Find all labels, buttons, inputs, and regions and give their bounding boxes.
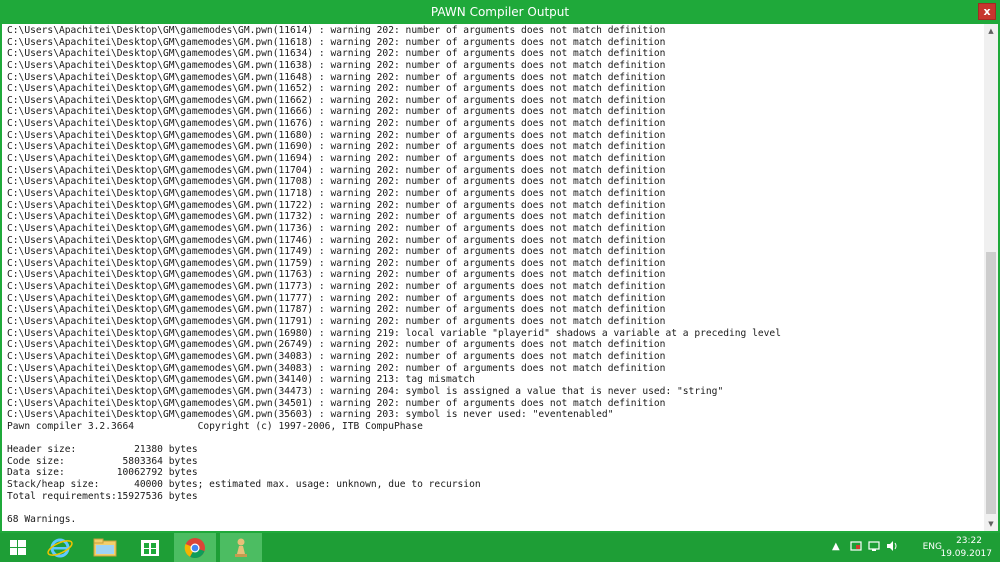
output-line: C:\Users\Apachitei\Desktop\GM\gamemodes\… [7,211,666,223]
output-line: C:\Users\Apachitei\Desktop\GM\gamemodes\… [7,327,781,339]
output-line: C:\Users\Apachitei\Desktop\GM\gamemodes\… [7,94,666,106]
windows-logo-icon [10,540,26,555]
output-line: C:\Users\Apachitei\Desktop\GM\gamemodes\… [7,350,666,362]
compiler-output-window: PAWN Compiler Output x C:\Users\Apachite… [0,0,1000,533]
output-line: C:\Users\Apachitei\Desktop\GM\gamemodes\… [7,48,666,60]
output-line: C:\Users\Apachitei\Desktop\GM\gamemodes\… [7,118,666,130]
output-line: C:\Users\Apachitei\Desktop\GM\gamemodes\… [7,362,666,374]
compiler-output-text[interactable]: C:\Users\Apachitei\Desktop\GM\gamemodes\… [7,25,982,530]
output-line: C:\Users\Apachitei\Desktop\GM\gamemodes\… [7,234,666,246]
input-language[interactable]: ENG [923,542,942,552]
output-line: C:\Users\Apachitei\Desktop\GM\gamemodes\… [7,83,666,95]
output-line: Stack/heap size: 40000 bytes; estimated … [7,478,481,490]
output-line: Header size: 21380 bytes [7,444,198,456]
taskbar-chrome[interactable] [174,533,216,562]
show-hidden-icons-icon[interactable]: ▲ [832,541,840,552]
scroll-thumb[interactable] [986,252,996,514]
scroll-up-icon[interactable]: ▲ [984,24,998,38]
output-line: C:\Users\Apachitei\Desktop\GM\gamemodes\… [7,199,666,211]
output-line: C:\Users\Apachitei\Desktop\GM\gamemodes\… [7,141,666,153]
chrome-icon [184,538,205,559]
output-line: C:\Users\Apachitei\Desktop\GM\gamemodes\… [7,222,666,234]
pawno-icon [235,538,247,557]
output-line: C:\Users\Apachitei\Desktop\GM\gamemodes\… [7,374,475,386]
close-button[interactable]: x [978,3,996,20]
output-line: C:\Users\Apachitei\Desktop\GM\gamemodes\… [7,397,666,409]
output-line: C:\Users\Apachitei\Desktop\GM\gamemodes\… [7,257,666,269]
output-line: C:\Users\Apachitei\Desktop\GM\gamemodes\… [7,71,666,83]
start-button[interactable] [0,533,36,562]
taskbar-file-explorer[interactable] [84,533,126,562]
output-line: C:\Users\Apachitei\Desktop\GM\gamemodes\… [7,129,666,141]
output-line: 68 Warnings. [7,513,77,525]
network-icon[interactable] [868,540,880,555]
output-line: C:\Users\Apachitei\Desktop\GM\gamemodes\… [7,339,666,351]
taskbar-pawno[interactable] [220,533,262,562]
window-title: PAWN Compiler Output [430,5,570,19]
output-line: C:\Users\Apachitei\Desktop\GM\gamemodes\… [7,153,666,165]
store-icon [141,540,159,556]
output-line: C:\Users\Apachitei\Desktop\GM\gamemodes\… [7,246,666,258]
folder-icon [93,538,117,557]
taskbar: ▲ ENG 23:22 19.09.2017 [0,533,1000,562]
output-line: C:\Users\Apachitei\Desktop\GM\gamemodes\… [7,164,666,176]
output-line: C:\Users\Apachitei\Desktop\GM\gamemodes\… [7,304,666,316]
output-line: C:\Users\Apachitei\Desktop\GM\gamemodes\… [7,106,666,118]
output-line: Data size: 10062792 bytes [7,467,198,479]
output-line: C:\Users\Apachitei\Desktop\GM\gamemodes\… [7,59,666,71]
output-line: C:\Users\Apachitei\Desktop\GM\gamemodes\… [7,36,666,48]
output-line: C:\Users\Apachitei\Desktop\GM\gamemodes\… [7,25,666,36]
output-line: C:\Users\Apachitei\Desktop\GM\gamemodes\… [7,316,666,328]
output-line: Pawn compiler 3.2.3664 Copyright (c) 199… [7,420,423,432]
clock-time[interactable]: 23:22 [956,536,982,546]
taskbar-internet-explorer[interactable] [40,533,80,562]
taskbar-store[interactable] [130,533,170,562]
output-line: Code size: 5803364 bytes [7,455,198,467]
output-line: C:\Users\Apachitei\Desktop\GM\gamemodes\… [7,187,666,199]
output-line: C:\Users\Apachitei\Desktop\GM\gamemodes\… [7,409,614,421]
system-tray: ▲ ENG 23:22 19.09.2017 [830,533,1000,562]
output-line: C:\Users\Apachitei\Desktop\GM\gamemodes\… [7,385,724,397]
output-line: C:\Users\Apachitei\Desktop\GM\gamemodes\… [7,176,666,188]
volume-icon[interactable] [886,540,898,555]
clock-date[interactable]: 19.09.2017 [940,549,992,559]
internet-explorer-icon [47,538,73,558]
vertical-scrollbar[interactable]: ▲ ▼ [984,24,998,531]
output-line: Total requirements:15927536 bytes [7,490,198,502]
title-bar[interactable]: PAWN Compiler Output x [0,0,1000,24]
scroll-down-icon[interactable]: ▼ [984,517,998,531]
output-line: C:\Users\Apachitei\Desktop\GM\gamemodes\… [7,281,666,293]
output-line: C:\Users\Apachitei\Desktop\GM\gamemodes\… [7,292,666,304]
output-panel: C:\Users\Apachitei\Desktop\GM\gamemodes\… [2,24,998,531]
output-line: C:\Users\Apachitei\Desktop\GM\gamemodes\… [7,269,666,281]
action-center-icon[interactable] [850,540,862,555]
